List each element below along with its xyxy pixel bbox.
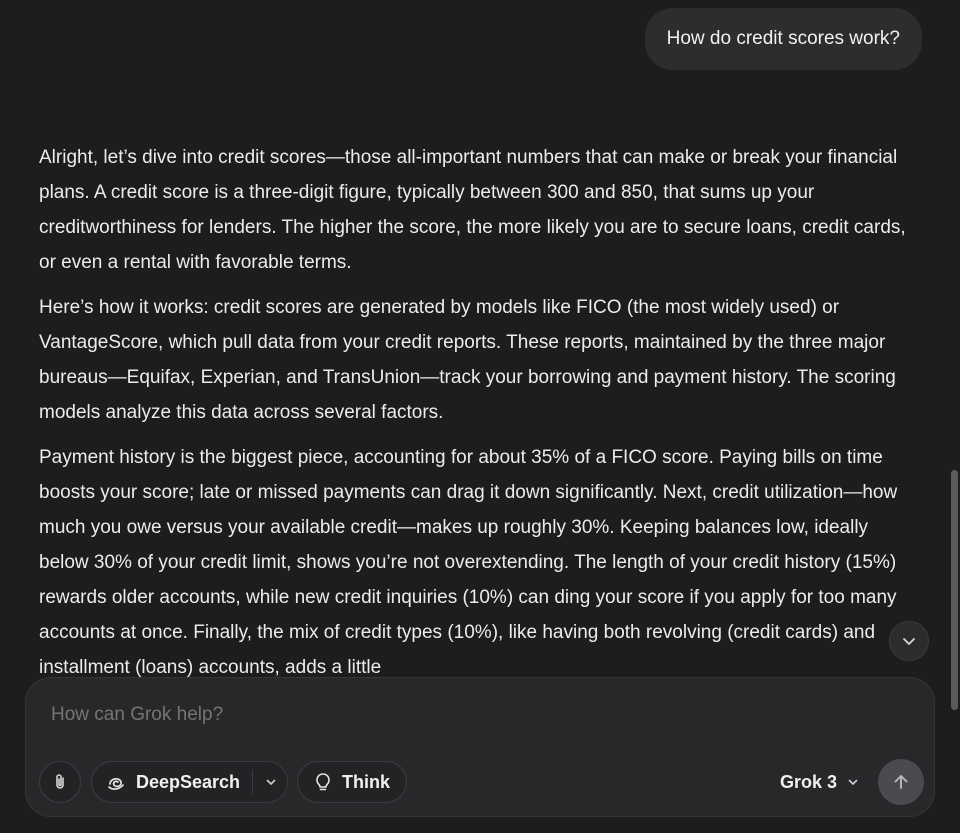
- divider: [252, 770, 253, 794]
- lightbulb-icon: [316, 773, 330, 791]
- chevron-down-icon: [847, 776, 859, 788]
- deepsearch-button[interactable]: DeepSearch: [91, 761, 288, 803]
- response-paragraph: Payment history is the biggest piece, ac…: [39, 447, 898, 678]
- attach-button[interactable]: [39, 761, 81, 803]
- think-label: Think: [342, 771, 390, 792]
- chevron-down-icon: [266, 779, 276, 785]
- model-selector[interactable]: Grok 3: [780, 770, 859, 794]
- send-button[interactable]: [878, 759, 924, 805]
- scrollbar-thumb[interactable]: [951, 470, 958, 710]
- deepsearch-options-toggle[interactable]: [262, 773, 280, 791]
- prompt-input[interactable]: [51, 704, 871, 726]
- arrow-up-icon: [894, 775, 908, 789]
- chevron-down-icon: [903, 638, 915, 645]
- scroll-down-button[interactable]: [889, 621, 929, 661]
- composer: DeepSearch Think Grok 3: [25, 677, 935, 817]
- assistant-response: Alright, let’s dive into credit scores—t…: [39, 140, 919, 678]
- user-message-bubble: How do credit scores work?: [644, 8, 922, 70]
- scrollbar[interactable]: [950, 0, 960, 833]
- response-paragraph: Alright, let’s dive into credit scores—t…: [39, 147, 906, 273]
- think-button[interactable]: Think: [297, 761, 407, 803]
- chat-window: How do credit scores work? Alright, let’…: [0, 0, 960, 833]
- model-label: Grok 3: [780, 771, 838, 792]
- response-paragraph: Here’s how it works: credit scores are g…: [39, 297, 896, 423]
- paperclip-icon: [56, 774, 64, 789]
- user-message-text: How do credit scores work?: [666, 28, 900, 49]
- deepsearch-label: DeepSearch: [136, 771, 241, 792]
- deepsearch-swirl-icon: [108, 778, 124, 790]
